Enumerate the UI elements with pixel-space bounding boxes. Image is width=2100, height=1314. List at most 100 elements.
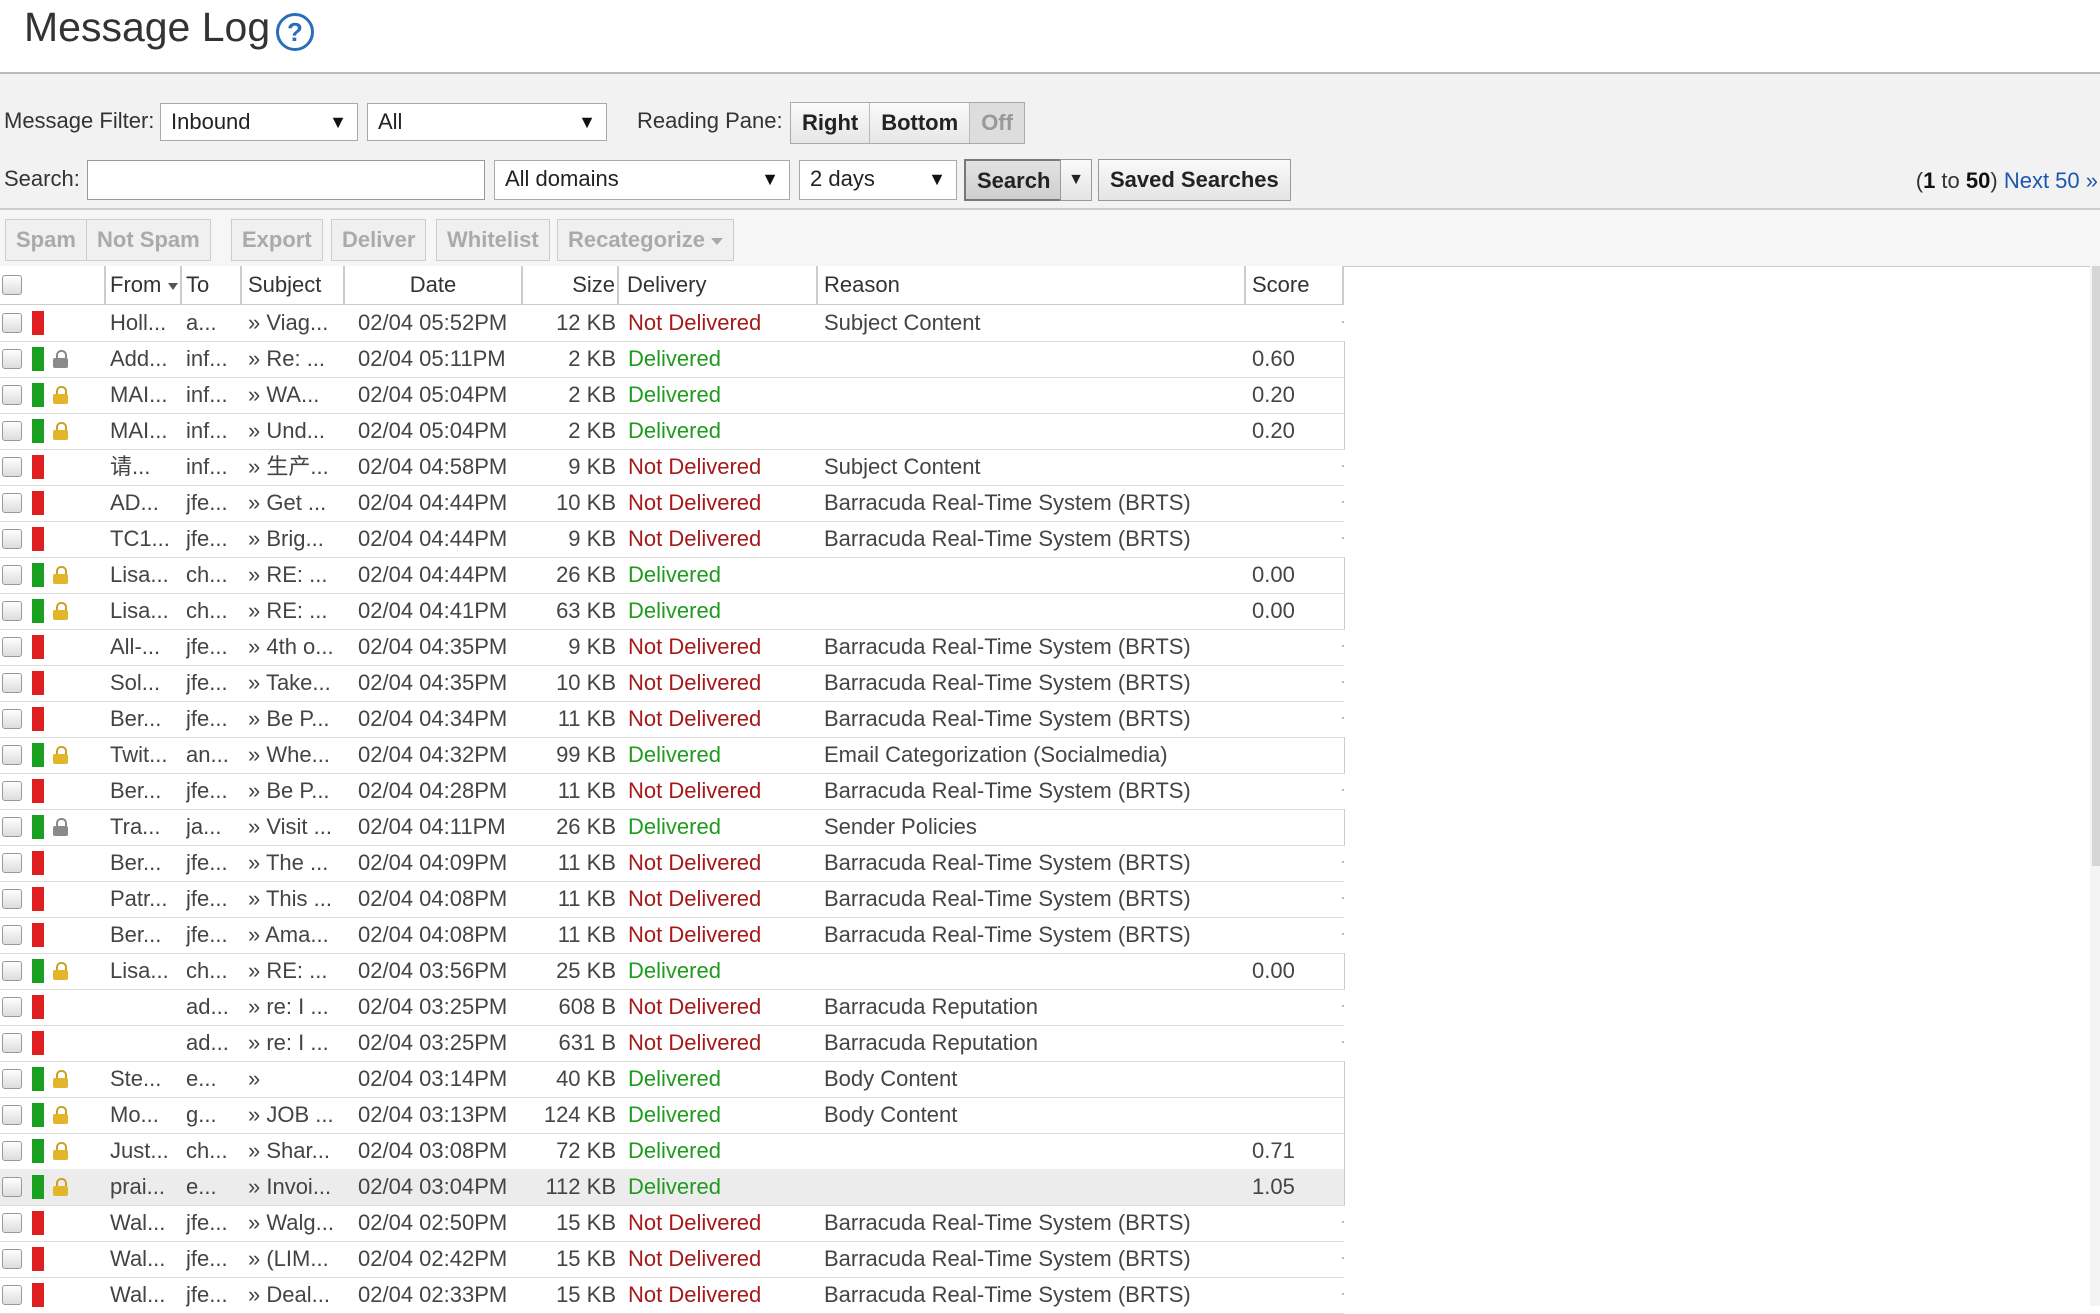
table-row[interactable]: Sol... jfe... » Take... 02/04 04:35PM 10 KB N… bbox=[0, 665, 1344, 702]
row-checkbox[interactable] bbox=[2, 781, 22, 801]
subject-cell[interactable]: » (LIM... bbox=[248, 1241, 340, 1277]
header-score[interactable]: Score bbox=[1246, 266, 1344, 304]
reading-pane-right-button[interactable]: Right bbox=[791, 103, 871, 143]
table-row[interactable]: MAI... inf... » WA... 02/04 05:04PM 2 KB Deli… bbox=[0, 377, 1345, 414]
subject-cell[interactable]: » 生产... bbox=[248, 449, 340, 485]
reading-pane-bottom-button[interactable]: Bottom bbox=[870, 103, 971, 143]
row-checkbox[interactable] bbox=[2, 997, 22, 1017]
subject-cell[interactable]: » Get ... bbox=[248, 485, 340, 521]
row-checkbox[interactable] bbox=[2, 1285, 22, 1305]
table-row[interactable]: Ber... jfe... » The ... 02/04 04:09PM 11 KB N… bbox=[0, 845, 1344, 882]
export-button[interactable]: Export bbox=[231, 219, 323, 261]
subject-cell[interactable]: » RE: ... bbox=[248, 593, 340, 629]
table-row[interactable]: ad... » re: I ... 02/04 03:25PM 608 B Not De… bbox=[0, 989, 1344, 1026]
header-date[interactable]: Date bbox=[345, 266, 523, 304]
table-row[interactable]: Wal... jfe... » (LIM... 02/04 02:42PM 15 KB N… bbox=[0, 1241, 1344, 1278]
vertical-scrollbar[interactable] bbox=[2090, 266, 2100, 1306]
scrollbar-thumb[interactable] bbox=[2092, 266, 2100, 866]
row-checkbox[interactable] bbox=[2, 313, 22, 333]
range-select[interactable]: 2 days ▼ bbox=[799, 160, 957, 200]
table-row[interactable]: Mo... g... » JOB ... 02/04 03:13PM 124 KB Del… bbox=[0, 1097, 1345, 1134]
header-subject[interactable]: Subject bbox=[242, 266, 345, 304]
subject-cell[interactable]: » Be P... bbox=[248, 701, 340, 737]
header-reason[interactable]: Reason bbox=[818, 266, 1246, 304]
subject-cell[interactable]: » Walg... bbox=[248, 1205, 340, 1241]
whitelist-button[interactable]: Whitelist bbox=[436, 219, 550, 261]
subject-cell[interactable]: » Whe... bbox=[248, 737, 340, 773]
row-checkbox[interactable] bbox=[2, 385, 22, 405]
recategorize-button[interactable]: Recategorize bbox=[557, 219, 734, 261]
help-icon[interactable]: ? bbox=[276, 13, 314, 51]
subject-cell[interactable]: » JOB ... bbox=[248, 1097, 340, 1133]
row-checkbox[interactable] bbox=[2, 493, 22, 513]
table-row[interactable]: Wal... jfe... » Walg... 02/04 02:50PM 15 KB N… bbox=[0, 1205, 1344, 1242]
row-checkbox[interactable] bbox=[2, 853, 22, 873]
table-row[interactable]: Ste... e... » 02/04 03:14PM 40 KB Delivered Bo… bbox=[0, 1061, 1345, 1098]
search-options-dropdown[interactable]: ▼ bbox=[1060, 159, 1092, 201]
table-row[interactable]: Patr... jfe... » This ... 02/04 04:08PM 11 K… bbox=[0, 881, 1344, 918]
row-checkbox[interactable] bbox=[2, 565, 22, 585]
subject-cell[interactable]: » The ... bbox=[248, 845, 340, 881]
table-row[interactable]: Ber... jfe... » Be P... 02/04 04:34PM 11 KB N… bbox=[0, 701, 1344, 738]
row-checkbox[interactable] bbox=[2, 1069, 22, 1089]
subject-cell[interactable]: » Be P... bbox=[248, 773, 340, 809]
search-button[interactable]: Search bbox=[964, 159, 1064, 201]
row-checkbox[interactable] bbox=[2, 421, 22, 441]
row-checkbox[interactable] bbox=[2, 529, 22, 549]
header-delivery[interactable]: Delivery bbox=[619, 266, 818, 304]
row-checkbox[interactable] bbox=[2, 889, 22, 909]
row-checkbox[interactable] bbox=[2, 601, 22, 621]
table-row[interactable]: Tra... ja... » Visit ... 02/04 04:11PM 26 KB… bbox=[0, 809, 1345, 846]
table-row[interactable]: Lisa... ch... » RE: ... 02/04 03:56PM 25 KB D… bbox=[0, 953, 1345, 990]
row-checkbox[interactable] bbox=[2, 637, 22, 657]
table-row[interactable]: Lisa... ch... » RE: ... 02/04 04:41PM 63 KB D… bbox=[0, 593, 1345, 630]
row-checkbox[interactable] bbox=[2, 745, 22, 765]
subject-cell[interactable]: » WA... bbox=[248, 377, 340, 413]
row-checkbox[interactable] bbox=[2, 457, 22, 477]
table-row[interactable]: Ber... jfe... » Ama... 02/04 04:08PM 11 KB No… bbox=[0, 917, 1344, 954]
table-row[interactable]: AD... jfe... » Get ... 02/04 04:44PM 10 KB No… bbox=[0, 485, 1344, 522]
table-row[interactable]: ad... » re: I ... 02/04 03:25PM 631 B Not De… bbox=[0, 1025, 1344, 1062]
subject-cell[interactable]: » Ama... bbox=[248, 917, 340, 953]
row-checkbox[interactable] bbox=[2, 1141, 22, 1161]
table-row[interactable]: prai... e... » Invoi... 02/04 03:04PM 112 KB… bbox=[0, 1169, 1345, 1206]
subject-cell[interactable]: » re: I ... bbox=[248, 1025, 340, 1061]
row-checkbox[interactable] bbox=[2, 349, 22, 369]
table-row[interactable]: Holl... a... » Viag... 02/04 05:52PM 12 KB No… bbox=[0, 305, 1344, 342]
subject-cell[interactable]: » 4th o... bbox=[248, 629, 340, 665]
row-checkbox[interactable] bbox=[2, 817, 22, 837]
table-row[interactable]: Twit... an... » Whe... 02/04 04:32PM 99 KB De… bbox=[0, 737, 1345, 774]
row-checkbox[interactable] bbox=[2, 673, 22, 693]
row-checkbox[interactable] bbox=[2, 1105, 22, 1125]
header-from[interactable]: From bbox=[106, 266, 182, 304]
spam-button[interactable]: Spam bbox=[5, 219, 87, 261]
row-checkbox[interactable] bbox=[2, 1033, 22, 1053]
subject-cell[interactable]: » RE: ... bbox=[248, 557, 340, 593]
deliver-button[interactable]: Deliver bbox=[331, 219, 427, 261]
search-input[interactable] bbox=[87, 160, 485, 200]
table-row[interactable]: 请... inf... » 生产... 02/04 04:58PM 9 KB Not De… bbox=[0, 449, 1344, 486]
subject-cell[interactable]: » Deal... bbox=[248, 1277, 340, 1313]
subject-cell[interactable]: » Shar... bbox=[248, 1133, 340, 1169]
status-select[interactable]: All ▼ bbox=[367, 103, 607, 141]
subject-cell[interactable]: » bbox=[248, 1061, 340, 1097]
header-to[interactable]: To bbox=[182, 266, 242, 304]
direction-select[interactable]: Inbound ▼ bbox=[160, 103, 358, 141]
subject-cell[interactable]: » RE: ... bbox=[248, 953, 340, 989]
saved-searches-button[interactable]: Saved Searches bbox=[1098, 159, 1291, 201]
table-row[interactable]: Add... inf... » Re: ... 02/04 05:11PM 2 KB De… bbox=[0, 341, 1345, 378]
subject-cell[interactable]: » Viag... bbox=[248, 305, 340, 341]
row-checkbox[interactable] bbox=[2, 1213, 22, 1233]
table-row[interactable]: Just... ch... » Shar... 02/04 03:08PM 72 KB D… bbox=[0, 1133, 1345, 1170]
header-size[interactable]: Size bbox=[523, 266, 619, 304]
subject-cell[interactable]: » This ... bbox=[248, 881, 340, 917]
reading-pane-off-button[interactable]: Off bbox=[970, 103, 1024, 143]
subject-cell[interactable]: » Visit ... bbox=[248, 809, 340, 845]
row-checkbox[interactable] bbox=[2, 961, 22, 981]
domain-select[interactable]: All domains ▼ bbox=[494, 160, 790, 200]
row-checkbox[interactable] bbox=[2, 1249, 22, 1269]
subject-cell[interactable]: » Brig... bbox=[248, 521, 340, 557]
table-row[interactable]: Wal... jfe... » Deal... 02/04 02:33PM 15 KB N… bbox=[0, 1277, 1344, 1314]
table-row[interactable]: All-... jfe... » 4th o... 02/04 04:35PM 9 KB… bbox=[0, 629, 1344, 666]
subject-cell[interactable]: » Und... bbox=[248, 413, 340, 449]
